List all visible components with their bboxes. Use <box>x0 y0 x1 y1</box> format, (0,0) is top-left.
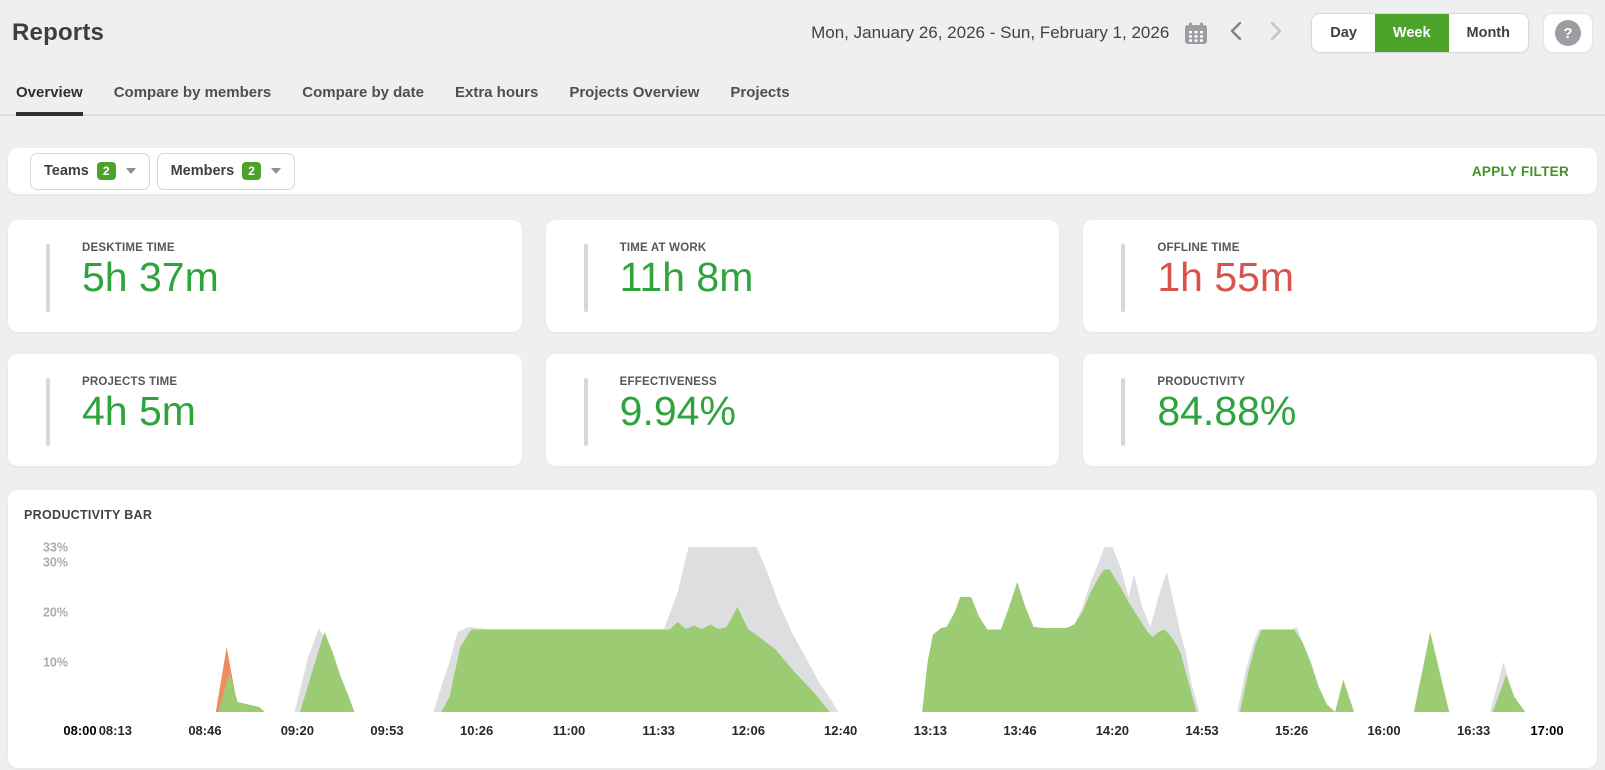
card-accent-bar <box>46 378 50 446</box>
header-controls: Mon, January 26, 2026 - Sun, February 1,… <box>811 13 1593 53</box>
card-accent-bar <box>583 244 588 312</box>
tab-projects[interactable]: Projects <box>730 74 789 116</box>
chevron-down-icon <box>125 168 136 174</box>
header: Reports Mon, January 26, 2026 - Sun, Feb… <box>0 0 1605 53</box>
stat-value: 84.88% <box>1157 388 1297 434</box>
x-axis-tick: 09:20 <box>281 723 314 738</box>
tab-compare-by-date[interactable]: Compare by date <box>302 74 424 116</box>
x-axis-tick: 11:00 <box>553 723 586 738</box>
tab-compare-by-members[interactable]: Compare by members <box>114 74 272 116</box>
y-axis-tick: 30% <box>43 556 68 570</box>
productivity-bar-panel: PRODUCTIVITY BAR 33% 30% 20% 10% 08:00 08:13 0… <box>8 490 1597 768</box>
view-switcher: Day Week Month <box>1311 13 1529 53</box>
stat-card-productivity: PRODUCTIVITY 84.88% <box>1083 354 1597 466</box>
x-axis-tick: 17:00 <box>1530 723 1563 738</box>
x-axis-tick: 09:53 <box>370 723 403 738</box>
x-axis-tick: 13:46 <box>1003 723 1036 738</box>
members-filter-label: Members <box>170 163 235 179</box>
teams-filter-dropdown[interactable]: Teams 2 <box>30 152 150 190</box>
y-axis-tick: 10% <box>43 656 68 670</box>
help-button[interactable]: ? <box>1543 13 1593 53</box>
stat-value: 11h 8m <box>619 254 754 300</box>
chart-title: PRODUCTIVITY BAR <box>24 508 153 522</box>
stat-card-projects-time: PROJECTS TIME 4h 5m <box>8 354 522 466</box>
previous-period-chevron-icon[interactable] <box>1223 18 1249 48</box>
x-axis-tick: 14:53 <box>1185 723 1218 738</box>
x-axis-tick: 12:06 <box>732 723 765 738</box>
stat-cards: DESKTIME TIME 5h 37m TIME AT WORK 11h 8m… <box>8 220 1597 466</box>
x-axis-tick: 16:00 <box>1367 723 1400 738</box>
stat-card-time-at-work: TIME AT WORK 11h 8m <box>545 220 1060 332</box>
chevron-down-icon <box>270 168 281 174</box>
x-axis-tick: 16:33 <box>1457 723 1490 738</box>
tab-projects-overview[interactable]: Projects Overview <box>569 74 699 116</box>
stat-label: TIME AT WORK <box>619 242 707 254</box>
stat-value: 1h 55m <box>1157 254 1295 300</box>
x-axis-tick: 08:00 <box>63 723 96 738</box>
report-tabs: Overview Compare by members Compare by d… <box>0 74 1605 116</box>
page-title: Reports <box>12 19 105 46</box>
x-axis-tick: 08:13 <box>99 723 132 738</box>
date-range: Mon, January 26, 2026 - Sun, February 1,… <box>811 23 1170 42</box>
stat-label: OFFLINE TIME <box>1157 242 1240 254</box>
tab-extra-hours[interactable]: Extra hours <box>455 74 538 116</box>
next-period-chevron-icon[interactable] <box>1263 18 1289 48</box>
stat-label: EFFECTIVENESS <box>619 376 717 388</box>
card-accent-bar <box>583 378 588 446</box>
month-view-button[interactable]: Month <box>1448 14 1528 52</box>
y-axis-tick: 20% <box>43 606 68 620</box>
day-view-button[interactable]: Day <box>1312 14 1375 52</box>
y-axis-tick: 33% <box>43 541 68 555</box>
stat-card-desktime-time: DESKTIME TIME 5h 37m <box>8 220 522 332</box>
card-accent-bar <box>46 244 50 312</box>
card-accent-bar <box>1121 244 1126 312</box>
stat-value: 4h 5m <box>82 388 196 434</box>
members-count-badge: 2 <box>242 162 261 180</box>
stat-label: PRODUCTIVITY <box>1157 376 1246 388</box>
stat-label: PROJECTS TIME <box>82 376 178 388</box>
stat-label: DESKTIME TIME <box>82 242 175 254</box>
teams-filter-label: Teams <box>44 163 89 179</box>
x-axis-tick: 14:20 <box>1096 723 1129 738</box>
x-axis-tick: 13:13 <box>914 723 947 738</box>
week-view-button[interactable]: Week <box>1374 14 1449 52</box>
x-axis-tick: 12:40 <box>824 723 857 738</box>
stat-card-effectiveness: EFFECTIVENESS 9.94% <box>545 354 1060 466</box>
help-icon: ? <box>1555 20 1581 46</box>
x-axis-tick: 08:46 <box>188 723 221 738</box>
members-filter-dropdown[interactable]: Members 2 <box>156 152 295 190</box>
x-axis-tick: 11:33 <box>642 723 675 738</box>
card-accent-bar <box>1121 378 1126 446</box>
tab-overview[interactable]: Overview <box>16 74 83 116</box>
stat-card-offline-time: OFFLINE TIME 1h 55m <box>1083 220 1597 332</box>
calendar-icon-glyph <box>1185 22 1208 44</box>
stat-value: 9.94% <box>619 388 736 434</box>
calendar-icon[interactable] <box>1183 20 1209 46</box>
teams-count-badge: 2 <box>96 162 116 180</box>
productivity-area-chart: 33% 30% 20% 10% 08:00 08:13 08:46 09:20 09:53 10:… <box>24 526 1581 756</box>
x-axis-tick: 10:26 <box>460 723 493 738</box>
stat-value: 5h 37m <box>82 254 219 300</box>
x-axis-tick: 15:26 <box>1275 723 1308 738</box>
neutral-total-time-area <box>80 547 1547 712</box>
filter-bar: Teams 2 Members 2 APPLY FILTER <box>8 148 1597 194</box>
apply-filter-button[interactable]: APPLY FILTER <box>1472 164 1569 179</box>
